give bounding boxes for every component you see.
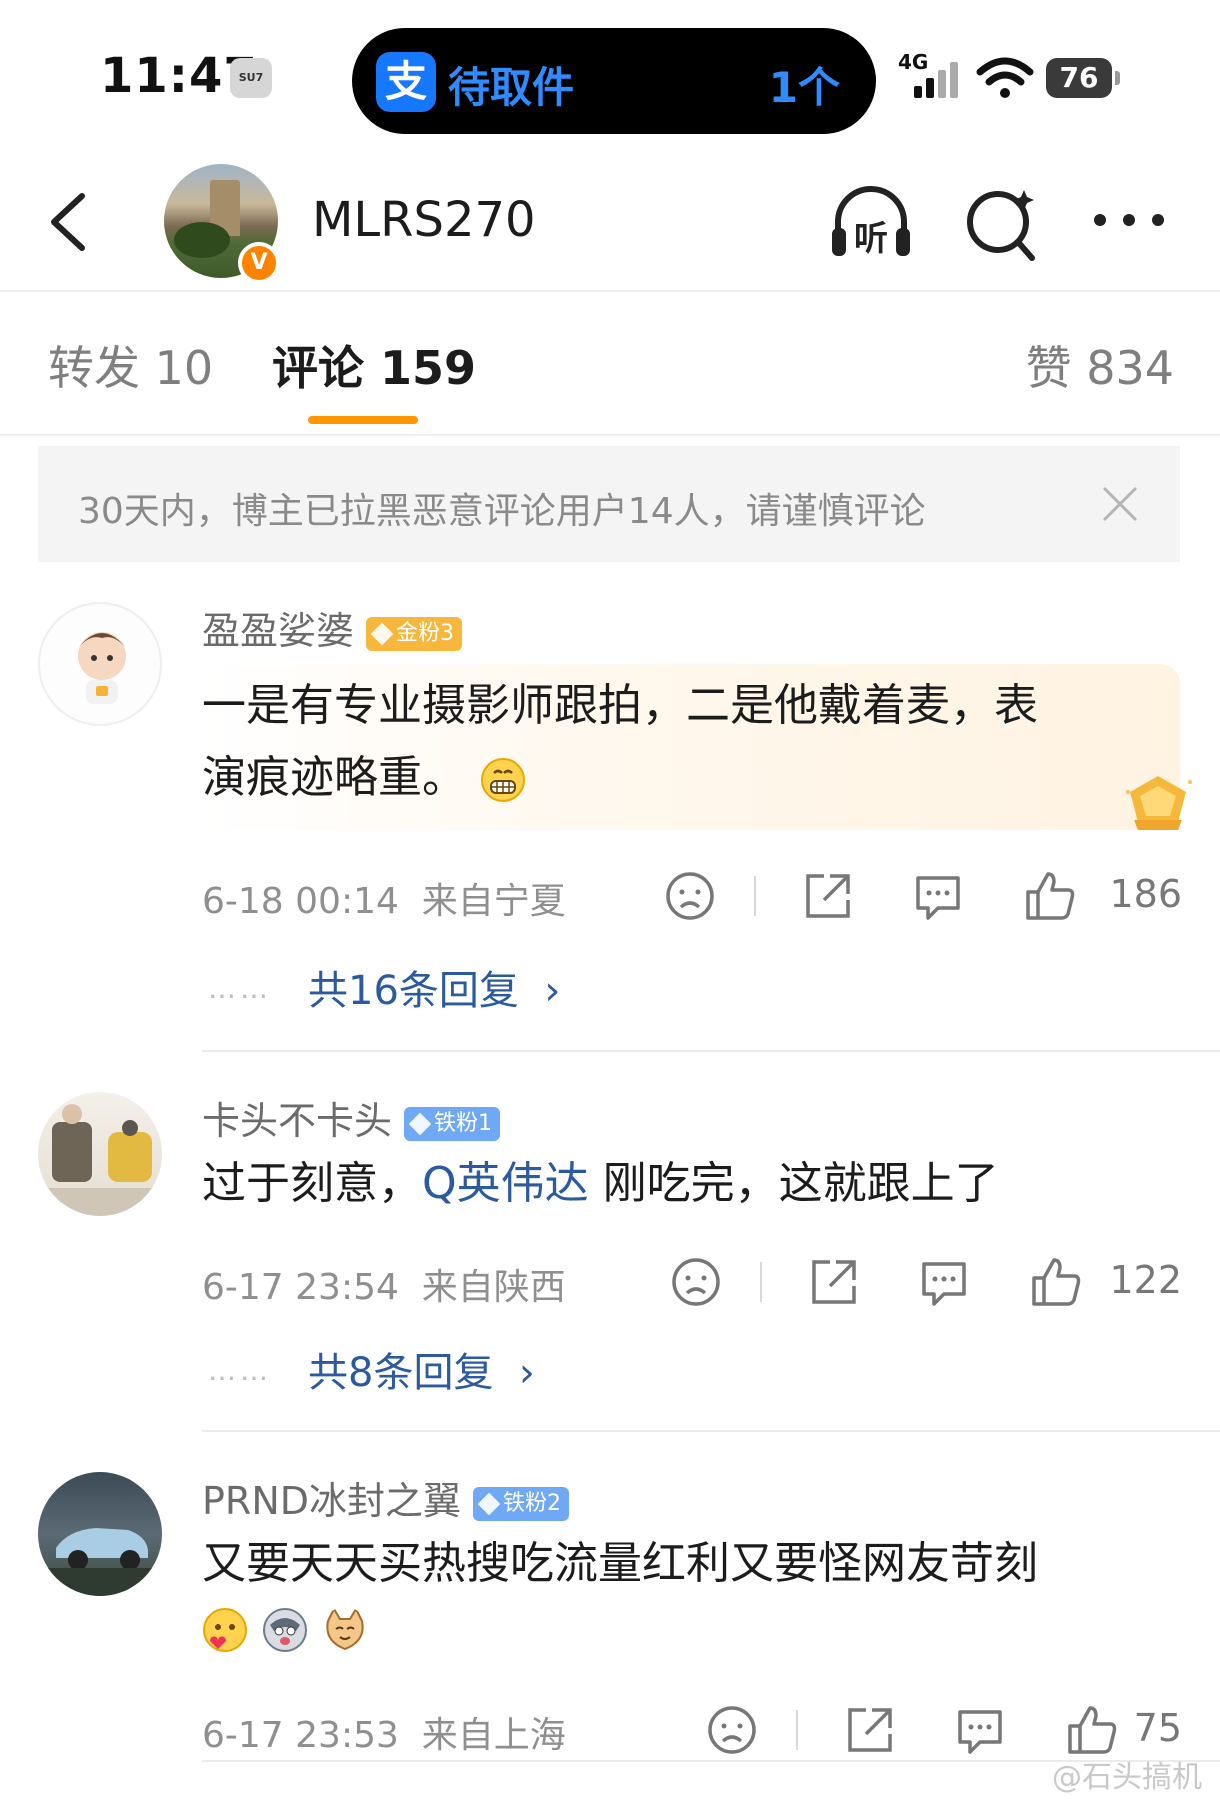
alipay-icon: 支 (376, 52, 436, 112)
comment-meta: 6-17 23:53 来自上海 (202, 1706, 566, 1758)
comment-text-line: 一是有专业摄影师跟拍，二是他戴着麦，表 (202, 680, 1038, 731)
author-name[interactable]: MLRS270 (312, 192, 536, 248)
comment-username[interactable]: 盈盈娑婆 金粉3 (202, 600, 463, 655)
dynamic-island[interactable]: 支 待取件 1个 (352, 28, 876, 134)
view-replies-link[interactable]: …… 共16条回复 › (208, 958, 560, 1016)
avatar[interactable] (38, 1472, 162, 1596)
divider (754, 876, 756, 916)
username-text[interactable]: PRND冰封之翼 (202, 1479, 461, 1523)
like-icon[interactable] (1022, 868, 1078, 924)
tab-bar: 转发 10 评论 159 赞 834 (0, 292, 1220, 436)
view-replies-link[interactable]: …… 共8条回复 › (208, 1340, 535, 1398)
dislike-icon[interactable] (662, 868, 718, 924)
comment-text-part: 过于刻意， (202, 1158, 422, 1209)
comment-meta: 6-18 00:14 来自宁夏 (202, 872, 566, 924)
diamond-icon (408, 1112, 432, 1135)
fan-badge[interactable]: 铁粉2 (473, 1486, 570, 1521)
comment-time: 6-17 23:54 (202, 1267, 399, 1308)
car-status-icon: SU7 (230, 58, 272, 98)
comment-divider (202, 1430, 1220, 1432)
like-icon[interactable] (1064, 1702, 1120, 1758)
battery-icon: 76 (1046, 58, 1120, 98)
chevron-right-icon: › (544, 968, 561, 1014)
comment-actions: 186 (662, 868, 1182, 928)
avatar[interactable] (38, 602, 162, 726)
search-icon: Q (422, 1158, 457, 1209)
fan-badge[interactable]: 铁粉1 (404, 1106, 501, 1141)
comment-text: 过于刻意，Q英伟达 刚吃完，这就跟上了 (202, 1148, 1162, 1220)
like-count: 75 (1133, 1706, 1182, 1750)
tab-likes[interactable]: 赞 834 (1026, 332, 1174, 398)
fan-badge-label: 金粉3 (396, 620, 455, 646)
fan-badge-label: 铁粉1 (434, 1110, 493, 1136)
topic-link[interactable]: Q英伟达 (422, 1158, 589, 1209)
tab-comments[interactable]: 评论 159 (272, 332, 476, 398)
share-icon[interactable] (842, 1702, 898, 1758)
status-bar: 11:47 SU7 支 待取件 1个 4G 76 (0, 0, 1220, 150)
comment-time: 6-17 23:53 (202, 1715, 399, 1756)
comment-text: 又要天天买热搜吃流量红利又要怪网友苛刻 (202, 1528, 1162, 1662)
topic-label: 英伟达 (456, 1158, 589, 1209)
like-icon[interactable] (1028, 1254, 1084, 1310)
divider (796, 1710, 798, 1750)
fan-badge-label: 铁粉2 (503, 1490, 562, 1516)
comment-text-line: 又要天天买热搜吃流量红利又要怪网友苛刻 (202, 1538, 1038, 1589)
back-icon[interactable] (42, 190, 98, 254)
husky-emoji-icon (263, 1608, 307, 1652)
replies-count: 共16条回复 (308, 968, 519, 1014)
grin-emoji-icon (481, 758, 525, 802)
dislike-icon[interactable] (668, 1254, 724, 1310)
notice-banner: 30天内，博主已拉黑恶意评论用户14人，请谨慎评论 (38, 446, 1180, 562)
signal-icon (914, 60, 966, 98)
comment-text: 一是有专业摄影师跟拍，二是他戴着麦，表 演痕迹略重。 (202, 670, 1162, 814)
like-count: 186 (1109, 872, 1182, 916)
listen-icon[interactable]: 听 (826, 178, 916, 268)
heart-face-emoji-icon (203, 1608, 247, 1652)
like-count: 122 (1109, 1258, 1182, 1302)
comment-username[interactable]: 卡头不卡头 铁粉1 (202, 1090, 501, 1145)
verified-icon: V (238, 242, 280, 284)
more-icon[interactable] (1084, 178, 1174, 268)
cat-emoji-icon (326, 1607, 364, 1651)
divider (760, 1262, 762, 1302)
crown-icon (370, 622, 394, 645)
tab-reposts[interactable]: 转发 10 (48, 332, 213, 398)
fan-badge[interactable]: 金粉3 (366, 616, 463, 651)
emoji-row (202, 1600, 1162, 1662)
comment-meta: 6-17 23:54 来自陕西 (202, 1258, 566, 1310)
comment-time: 6-18 00:14 (202, 881, 399, 922)
comment-text-part: 刚吃完，这就跟上了 (588, 1158, 999, 1209)
username-text[interactable]: 卡头不卡头 (202, 1099, 392, 1143)
notice-text: 30天内，博主已拉黑恶意评论用户14人，请谨慎评论 (78, 491, 926, 532)
share-icon[interactable] (800, 868, 856, 924)
wifi-icon (976, 57, 1034, 98)
active-tab-indicator (308, 416, 418, 424)
replies-count: 共8条回复 (308, 1350, 494, 1396)
nav-header: V MLRS270 听 (0, 150, 1220, 292)
chevron-right-icon: › (518, 1350, 535, 1396)
comment-location: 来自陕西 (421, 1267, 566, 1308)
watermark: @石头搞机 (1052, 1760, 1202, 1795)
comment-username[interactable]: PRND冰封之翼 铁粉2 (202, 1470, 570, 1525)
reply-icon[interactable] (916, 1254, 972, 1310)
listen-label: 听 (854, 219, 888, 259)
close-icon[interactable] (1100, 484, 1140, 524)
comment-actions: 122 (668, 1254, 1182, 1314)
search-icon[interactable] (958, 178, 1048, 268)
island-count: 1个 (768, 63, 840, 112)
dislike-icon[interactable] (704, 1702, 760, 1758)
reply-icon[interactable] (952, 1702, 1008, 1758)
share-icon[interactable] (806, 1254, 862, 1310)
avatar[interactable] (38, 1092, 162, 1216)
comment-location: 来自宁夏 (421, 881, 566, 922)
diamond-icon (477, 1492, 501, 1515)
username-text[interactable]: 盈盈娑婆 (202, 609, 354, 653)
comment-location: 来自上海 (421, 1715, 566, 1756)
comment-divider (202, 1050, 1220, 1052)
comment-text-line: 演痕迹略重。 (202, 742, 1162, 814)
reply-icon[interactable] (910, 868, 966, 924)
island-label: 待取件 (448, 63, 575, 112)
